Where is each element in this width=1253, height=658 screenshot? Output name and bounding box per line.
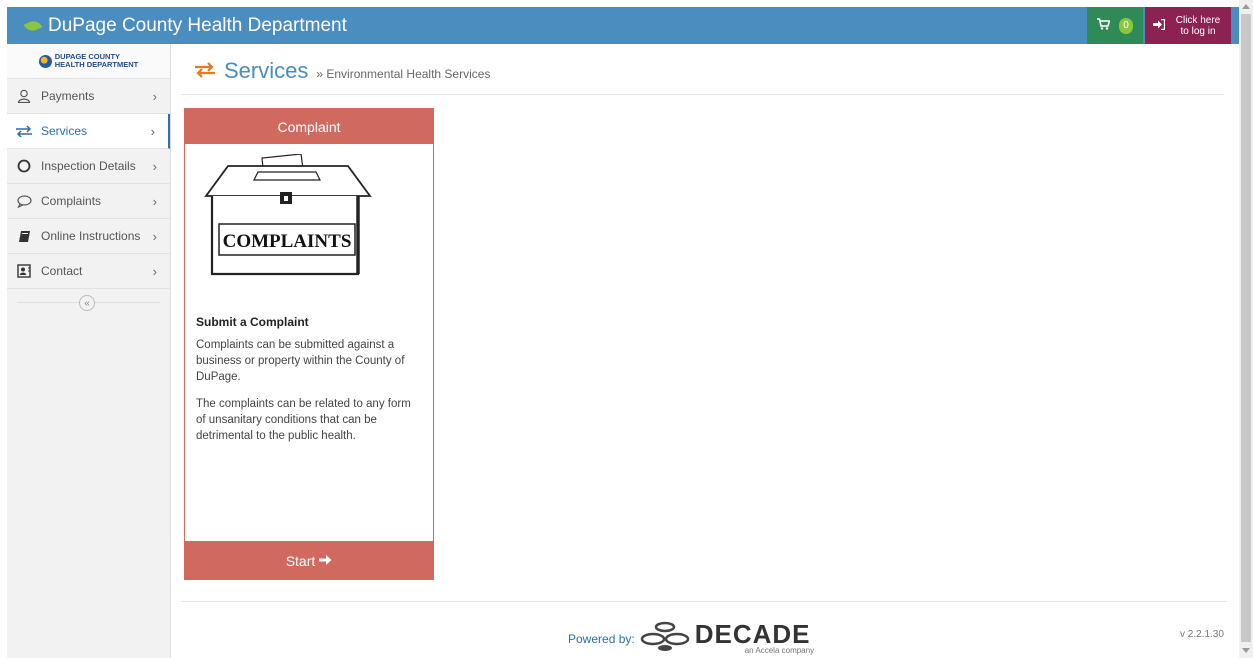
chevron-right-icon: › <box>152 89 157 104</box>
sidebar-item-label: Payments <box>41 89 95 103</box>
speech-bubble-icon <box>15 194 33 208</box>
top-navbar: DuPage County Health Department 0 Click … <box>7 7 1239 44</box>
page-header: Services » Environmental Health Services <box>194 58 490 84</box>
card-description-2: The complaints can be related to any for… <box>196 398 411 442</box>
logo-text: DUPAGE COUNTY HEALTH DEPARTMENT <box>55 53 138 69</box>
leaf-icon <box>23 17 43 34</box>
decade-logo-icon <box>639 619 691 658</box>
exchange-icon <box>15 125 33 137</box>
sidebar-item-label: Online Instructions <box>41 229 141 243</box>
globe-logo-icon <box>38 54 52 68</box>
browser-frame-top <box>0 0 1253 7</box>
scroll-thumb[interactable] <box>1241 14 1251 642</box>
sidebar-logo[interactable]: DUPAGE COUNTY HEALTH DEPARTMENT <box>7 44 170 79</box>
chevron-right-icon: › <box>152 229 157 244</box>
browser-frame-left <box>0 0 7 658</box>
powered-by[interactable]: Powered by: DECADE an Accela company <box>568 619 814 658</box>
card-description-1: Complaints can be submitted against a bu… <box>196 339 405 383</box>
arrow-right-icon <box>319 553 332 569</box>
app-brand[interactable]: DuPage County Health Department <box>23 7 347 44</box>
chevron-right-icon: › <box>152 159 157 174</box>
cart-count-badge: 0 <box>1119 17 1133 34</box>
service-card-complaint: Complaint COMPLAINTS Submit a Complaint … <box>184 108 434 580</box>
chevron-right-icon: › <box>152 194 157 209</box>
sidebar-item-inspection-details[interactable]: Inspection Details › <box>7 149 170 184</box>
decade-brand-sub: an Accela company <box>744 646 815 655</box>
sidebar-item-label: Complaints <box>41 194 102 208</box>
double-chevron-left-icon: « <box>84 297 90 309</box>
chevron-right-icon: › <box>150 124 155 139</box>
powered-by-label: Powered by: <box>568 631 635 646</box>
chevron-right-icon: › <box>152 264 157 279</box>
complaints-box-image: COMPLAINTS <box>198 153 373 279</box>
sidebar-item-complaints[interactable]: Complaints › <box>7 184 170 219</box>
divider <box>181 94 1223 95</box>
version-label: v 2.2.1.30 <box>1180 629 1224 640</box>
start-button[interactable]: Start <box>184 541 434 580</box>
book-icon <box>15 230 33 243</box>
login-label-line1: Click here <box>1175 14 1221 26</box>
divider <box>181 601 1227 602</box>
user-icon <box>15 89 33 103</box>
login-button[interactable]: Click here to log in <box>1145 7 1231 44</box>
exchange-icon <box>194 62 216 83</box>
sidebar-item-label: Services <box>41 124 88 138</box>
complaints-box-label: COMPLAINTS <box>223 231 352 252</box>
sidebar-item-label: Contact <box>41 264 83 278</box>
sidebar-item-services[interactable]: Services › <box>7 114 170 149</box>
card-heading: Submit a Complaint <box>196 315 309 329</box>
logo-line2: HEALTH DEPARTMENT <box>54 60 139 69</box>
breadcrumb[interactable]: » Environmental Health Services <box>316 67 490 81</box>
scroll-up-arrow-icon[interactable] <box>1242 4 1250 9</box>
contact-card-icon <box>15 264 33 278</box>
sidebar-item-payments[interactable]: Payments › <box>7 79 170 114</box>
decade-brand-name: DECADE <box>694 619 811 649</box>
scroll-down-arrow-icon[interactable] <box>1242 648 1250 653</box>
collapse-sidebar-button[interactable]: « <box>79 295 95 311</box>
cart-icon <box>1097 17 1111 35</box>
cart-button[interactable]: 0 <box>1087 7 1143 44</box>
page-scrollbar[interactable] <box>1239 0 1253 658</box>
sidebar-collapse-row: « <box>7 289 170 317</box>
decade-brand: DECADE an Accela company <box>694 619 815 655</box>
sign-in-icon <box>1153 17 1166 35</box>
sidebar-item-label: Inspection Details <box>41 159 136 173</box>
page-title: Services <box>224 58 309 83</box>
start-button-label: Start <box>285 552 316 569</box>
login-label-line2: to log in <box>1180 25 1216 37</box>
circle-icon <box>15 159 33 173</box>
card-title: Complaint <box>185 109 433 144</box>
login-label: Click here to log in <box>1173 15 1223 37</box>
sidebar: DUPAGE COUNTY HEALTH DEPARTMENT Payments… <box>7 44 171 658</box>
sidebar-item-contact[interactable]: Contact › <box>7 254 170 289</box>
sidebar-item-online-instructions[interactable]: Online Instructions › <box>7 219 170 254</box>
app-title: DuPage County Health Department <box>48 14 347 36</box>
